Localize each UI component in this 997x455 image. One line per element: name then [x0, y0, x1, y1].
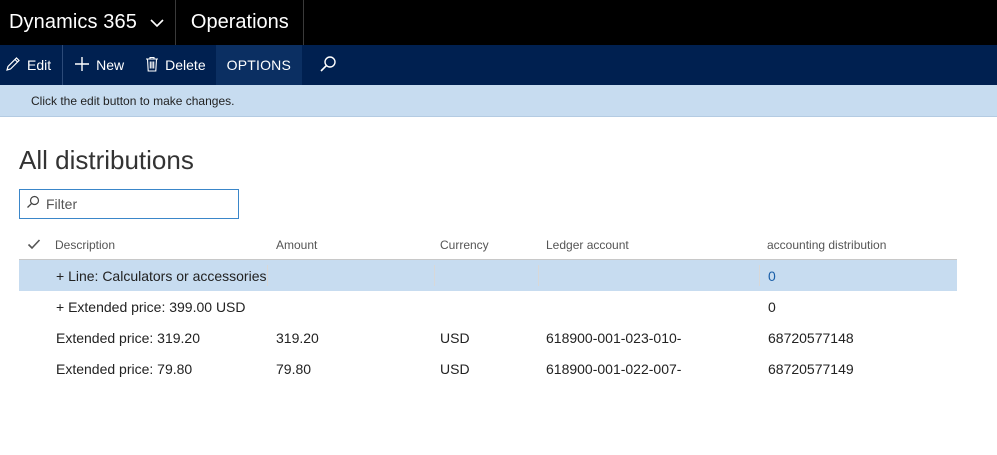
table-row[interactable]: + Line: Calculators or accessories 0: [19, 260, 957, 291]
column-separator: [759, 265, 760, 286]
top-navigation-bar: Dynamics 365 Operations: [0, 0, 997, 45]
search-icon: [319, 55, 343, 76]
options-tab[interactable]: OPTIONS: [215, 45, 303, 85]
filter-box[interactable]: [19, 189, 239, 219]
cell-amount: 319.20: [276, 330, 319, 346]
app-switcher[interactable]: Dynamics 365: [0, 0, 176, 45]
plus-icon: [74, 56, 96, 75]
options-label: OPTIONS: [226, 57, 292, 73]
cell-description: Extended price: 319.20: [56, 330, 200, 346]
column-separator: [538, 265, 539, 286]
page-title: All distributions: [19, 145, 194, 175]
cell-currency: USD: [440, 330, 470, 346]
delete-button[interactable]: Delete: [135, 45, 215, 85]
cell-currency: USD: [440, 361, 470, 377]
cell-accounting-distribution[interactable]: 0: [768, 268, 776, 284]
module-title: Operations: [190, 11, 289, 33]
column-header-currency[interactable]: Currency: [440, 238, 489, 252]
column-header-accounting-distribution[interactable]: accounting distribution: [767, 238, 886, 252]
message-bar: Click the edit button to make changes.: [0, 85, 997, 117]
new-label: New: [96, 57, 125, 73]
filter-input[interactable]: [46, 196, 226, 212]
new-button[interactable]: New: [63, 45, 135, 85]
column-header-amount[interactable]: Amount: [276, 238, 317, 252]
cell-ledger-account: 618900-001-022-007-: [546, 361, 682, 377]
search-button[interactable]: [302, 45, 360, 85]
distributions-grid: Description Amount Currency Ledger accou…: [19, 229, 957, 384]
table-row[interactable]: + Extended price: 399.00 USD 0: [19, 291, 957, 322]
edit-label: Edit: [27, 57, 52, 73]
action-pane: Edit New Delete OPTIONS: [0, 45, 997, 85]
pencil-icon: [5, 56, 27, 75]
cell-amount: 79.80: [276, 361, 312, 377]
cell-description: Extended price: 79.80: [56, 361, 193, 377]
cell-ledger-account: 618900-001-023-010-: [546, 330, 682, 346]
search-icon: [26, 195, 40, 214]
column-header-description[interactable]: Description: [55, 238, 115, 252]
message-text: Click the edit button to make changes.: [31, 93, 235, 108]
cell-accounting-distribution: 0: [768, 299, 776, 315]
grid-header: Description Amount Currency Ledger accou…: [19, 229, 957, 260]
edit-button[interactable]: Edit: [0, 45, 64, 85]
column-separator: [267, 265, 268, 286]
column-separator: [434, 265, 435, 286]
module-breadcrumb[interactable]: Operations: [176, 0, 304, 45]
cell-accounting-distribution: 68720577148: [768, 330, 854, 346]
cell-description[interactable]: + Line: Calculators or accessories: [56, 268, 267, 284]
cell-description[interactable]: + Extended price: 399.00 USD: [56, 299, 246, 315]
chevron-down-icon: [149, 15, 165, 31]
column-header-ledger-account[interactable]: Ledger account: [546, 238, 629, 252]
table-row[interactable]: Extended price: 319.20 319.20 USD 618900…: [19, 322, 957, 353]
app-title: Dynamics 365: [9, 11, 137, 33]
cell-accounting-distribution: 68720577149: [768, 361, 854, 377]
trash-icon: [145, 56, 165, 75]
table-row[interactable]: Extended price: 79.80 79.80 USD 618900-0…: [19, 353, 957, 384]
select-all-checkmark-icon[interactable]: [27, 237, 41, 254]
delete-label: Delete: [165, 57, 206, 73]
